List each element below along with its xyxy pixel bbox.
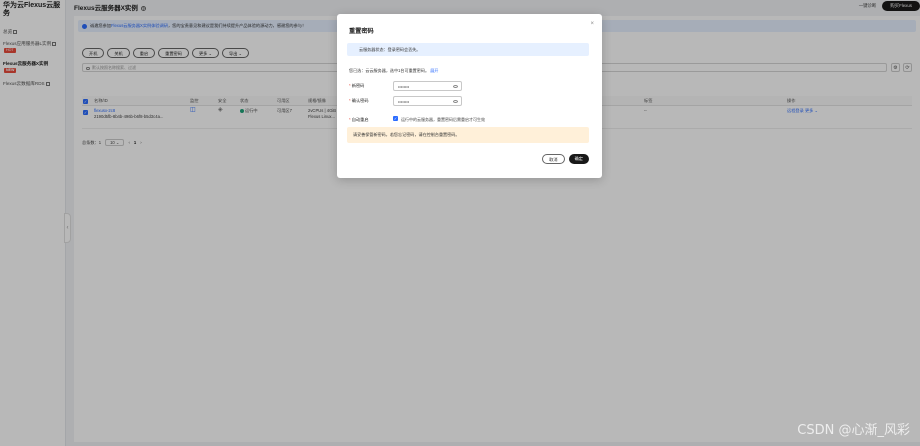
dialog-title: 重置密码 [349,28,374,35]
new-password-label: 新密码 [351,83,365,88]
confirm-password-value: •••••••• [398,99,410,104]
confirm-password-label: 确认密码 [351,98,369,103]
eye-icon[interactable] [453,85,458,88]
new-password-row: * 新密码 •••••••• [349,81,462,91]
dialog-actions: 取消 确定 [542,154,589,164]
warning-tip: 请妥善保管新密码，若您忘记密码，请在控制台重置密码。 [347,127,589,143]
close-icon[interactable]: × [590,21,594,27]
confirm-button[interactable]: 确定 [568,154,589,164]
eye-icon[interactable] [453,100,458,103]
selection-intro-text: 您已选：云云服务器，选中1台可重置密码。 [349,68,430,73]
watermark: CSDN @心渐_风彩 [797,423,910,438]
dialog-note: 云服务器状态：登录密码会丢失。 [347,43,589,56]
selection-intro: 您已选：云云服务器，选中1台可重置密码。 展开 [349,68,438,74]
auto-restart-text: 运行中的云服务器，重置密码后需重启才可生效 [401,117,485,122]
cancel-button[interactable]: 取消 [542,154,565,164]
confirm-password-input[interactable]: •••••••• [393,96,462,106]
auto-restart-row: * 自动重启 ✓ 运行中的云服务器，重置密码后需重启才可生效 [349,116,485,122]
expand-link[interactable]: 展开 [430,68,438,73]
reset-password-dialog: 重置密码 × 云服务器状态：登录密码会丢失。 您已选：云云服务器，选中1台可重置… [337,14,602,178]
confirm-password-row: * 确认密码 •••••••• [349,96,462,106]
new-password-input[interactable]: •••••••• [393,81,462,91]
new-password-value: •••••••• [398,84,410,89]
auto-restart-label: 自动重启 [351,117,369,122]
auto-restart-checkbox[interactable]: ✓ [393,116,398,121]
